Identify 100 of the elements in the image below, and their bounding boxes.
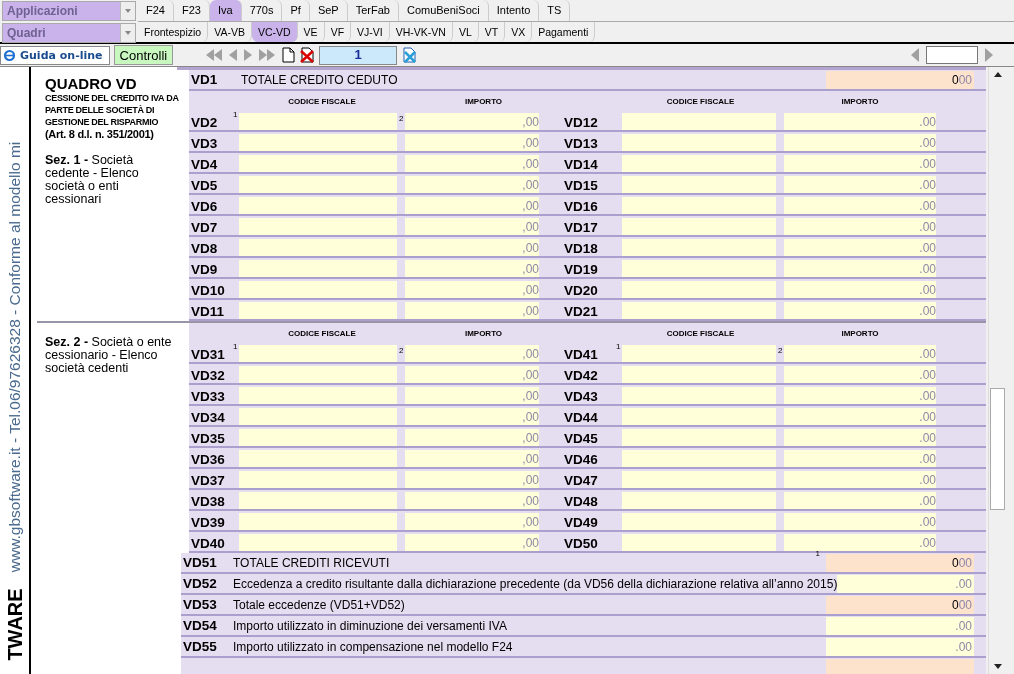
- previous-icon[interactable]: [228, 48, 239, 62]
- amount-field[interactable]: ,00: [405, 260, 539, 277]
- amount-field[interactable]: .00: [784, 429, 936, 446]
- tax-code-field[interactable]: [622, 450, 776, 467]
- tax-code-field[interactable]: [622, 429, 776, 446]
- module-tab[interactable]: Pf: [282, 0, 310, 21]
- input-field[interactable]: [926, 46, 978, 64]
- tax-code-field[interactable]: [622, 155, 776, 172]
- tax-code-field[interactable]: [622, 197, 776, 214]
- tax-code-field[interactable]: [622, 513, 776, 530]
- tax-code-field[interactable]: [239, 302, 397, 319]
- tax-code-field[interactable]: [239, 197, 397, 214]
- amount-field[interactable]: ,00: [405, 302, 539, 319]
- tax-code-field[interactable]: [622, 239, 776, 256]
- tax-code-field[interactable]: [622, 176, 776, 193]
- amount-field[interactable]: .00: [784, 239, 936, 256]
- amount-field[interactable]: 000: [826, 70, 974, 89]
- search-page-icon[interactable]: [402, 47, 419, 63]
- tax-code-field[interactable]: [622, 218, 776, 235]
- scrollbar[interactable]: [988, 67, 1006, 674]
- help-button[interactable]: Guida on-line: [0, 45, 110, 65]
- amount-field[interactable]: ,00: [405, 492, 539, 509]
- amount-field[interactable]: .00: [784, 366, 936, 383]
- tax-code-field[interactable]: [239, 134, 397, 151]
- tax-code-field[interactable]: [622, 408, 776, 425]
- amount-field[interactable]: .00: [784, 281, 936, 298]
- amount-field[interactable]: .00: [826, 637, 974, 656]
- new-page-icon[interactable]: [281, 47, 296, 63]
- amount-field[interactable]: .00: [784, 492, 936, 509]
- amount-field[interactable]: .00: [784, 450, 936, 467]
- module-tab[interactable]: Intento: [488, 0, 540, 21]
- tax-code-field[interactable]: [239, 450, 397, 467]
- section-tab[interactable]: VE: [297, 21, 325, 42]
- next-icon[interactable]: [243, 48, 254, 62]
- tax-code-field[interactable]: [622, 534, 776, 551]
- amount-field[interactable]: ,00: [405, 408, 539, 425]
- amount-field[interactable]: ,00: [405, 134, 539, 151]
- tax-code-field[interactable]: [622, 387, 776, 404]
- section-tab[interactable]: VC-VD: [251, 21, 298, 42]
- amount-field[interactable]: ,00: [405, 450, 539, 467]
- amount-field[interactable]: ,00: [405, 429, 539, 446]
- amount-field[interactable]: .00: [784, 408, 936, 425]
- section-tab[interactable]: VH-VK-VN: [389, 21, 453, 42]
- section-tab[interactable]: Frontespizio: [138, 21, 209, 42]
- tax-code-field[interactable]: [622, 134, 776, 151]
- tax-code-field[interactable]: [239, 260, 397, 277]
- tax-code-field[interactable]: [239, 429, 397, 446]
- amount-field[interactable]: .00: [784, 260, 936, 277]
- amount-field[interactable]: ,00: [405, 218, 539, 235]
- amount-field[interactable]: ,00: [405, 387, 539, 404]
- amount-field[interactable]: ,00: [405, 366, 539, 383]
- tax-code-field[interactable]: [239, 408, 397, 425]
- tax-code-field[interactable]: [239, 176, 397, 193]
- amount-field[interactable]: 000: [826, 595, 974, 614]
- amount-field[interactable]: ,00: [405, 513, 539, 530]
- tax-code-field[interactable]: [239, 239, 397, 256]
- checks-button[interactable]: Controlli: [113, 45, 174, 65]
- section-tab[interactable]: VJ-VI: [351, 21, 390, 42]
- amount-field[interactable]: .00: [784, 113, 936, 130]
- amount-field[interactable]: .00: [784, 134, 936, 151]
- module-dropdown[interactable]: Applicazioni: [2, 1, 136, 21]
- module-tab[interactable]: Iva: [209, 0, 242, 21]
- module-tab[interactable]: SeP: [309, 0, 348, 21]
- section-tab[interactable]: VL: [452, 21, 479, 42]
- module-tab[interactable]: 770s: [241, 0, 283, 21]
- module-tab[interactable]: F23: [173, 0, 210, 21]
- tax-code-field[interactable]: [239, 513, 397, 530]
- amount-field[interactable]: [826, 658, 974, 674]
- tax-code-field[interactable]: [622, 260, 776, 277]
- amount-field[interactable]: ,00: [405, 197, 539, 214]
- section-tab[interactable]: Pagamenti: [532, 21, 596, 42]
- scroll-thumb[interactable]: [990, 388, 1005, 510]
- page-number-field[interactable]: 1: [319, 45, 398, 65]
- amount-field[interactable]: .00: [784, 513, 936, 530]
- tax-code-field[interactable]: [239, 534, 397, 551]
- tax-code-field[interactable]: [622, 366, 776, 383]
- tax-code-field[interactable]: [239, 492, 397, 509]
- tax-code-field[interactable]: [622, 471, 776, 488]
- amount-field[interactable]: ,00: [405, 471, 539, 488]
- amount-field[interactable]: ,00: [405, 281, 539, 298]
- amount-field[interactable]: ,00: [405, 176, 539, 193]
- amount-field[interactable]: .00: [784, 155, 936, 172]
- module-tab[interactable]: TerFab: [347, 0, 399, 21]
- amount-field[interactable]: ,00: [405, 155, 539, 172]
- module-tab[interactable]: ComuBeniSoci: [398, 0, 489, 21]
- amount-field[interactable]: .00: [784, 534, 936, 551]
- tax-code-field[interactable]: [239, 281, 397, 298]
- tax-code-field[interactable]: [239, 471, 397, 488]
- amount-field[interactable]: .00: [784, 387, 936, 404]
- section-tab[interactable]: VT: [478, 21, 506, 42]
- tax-code-field[interactable]: [622, 113, 776, 130]
- first-page-icon[interactable]: [205, 48, 224, 62]
- section-tab[interactable]: VF: [324, 21, 352, 42]
- module-tab[interactable]: TS: [539, 0, 571, 21]
- section-tab[interactable]: VA-VB: [208, 21, 252, 42]
- tax-code-field[interactable]: [239, 366, 397, 383]
- section-tab[interactable]: VX: [505, 21, 533, 42]
- amount-field[interactable]: ,00: [405, 239, 539, 256]
- module-tab[interactable]: F24: [138, 0, 174, 21]
- tax-code-field[interactable]: [622, 302, 776, 319]
